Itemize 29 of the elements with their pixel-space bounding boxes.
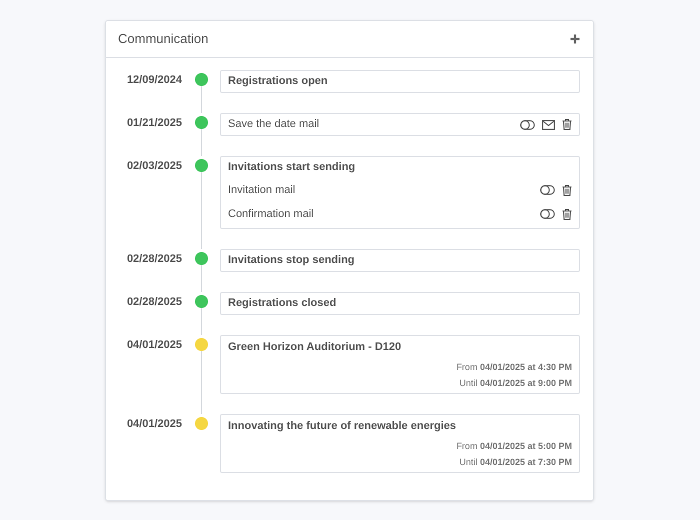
- session-title: Green Horizon Auditorium - D120: [228, 340, 402, 355]
- start-time: From 04/01/2025 at 4:30 PM: [456, 361, 572, 374]
- envelope-icon[interactable]: [542, 120, 555, 130]
- toggle-icon[interactable]: [540, 185, 555, 195]
- mail-title: Invitation mail: [228, 182, 296, 198]
- trash-icon[interactable]: [562, 119, 572, 130]
- trash-icon[interactable]: [562, 208, 572, 220]
- end-time: Until 04/01/2025 at 9:00 PM: [459, 377, 572, 390]
- mail-title: Confirmation mail: [228, 206, 314, 222]
- date-label: 04/01/2025: [126, 338, 182, 353]
- session-title: Innovating the future of renewable energies: [228, 419, 457, 434]
- end-time: Until 04/01/2025 at 7:30 PM: [459, 456, 572, 469]
- event-title: Invitations stop sending: [228, 253, 356, 268]
- event-title: Registrations closed: [228, 296, 338, 311]
- date-label: 02/28/2025: [126, 252, 182, 267]
- panel-title: Communication: [118, 30, 208, 48]
- event-title: Invitations start sending: [228, 160, 356, 175]
- date-label: 04/01/2025: [126, 417, 182, 432]
- event-title: Registrations open: [228, 74, 329, 89]
- trash-icon[interactable]: [562, 184, 572, 196]
- date-label: 01/21/2025: [126, 116, 182, 131]
- date-label: 12/09/2024: [126, 73, 182, 88]
- date-label: 02/28/2025: [126, 295, 182, 310]
- add-icon[interactable]: [570, 34, 580, 44]
- toggle-icon[interactable]: [540, 209, 555, 219]
- mail-title: Save the date mail: [228, 117, 320, 132]
- toggle-icon[interactable]: [520, 120, 535, 130]
- date-label: 02/03/2025: [126, 159, 182, 174]
- start-time: From 04/01/2025 at 5:00 PM: [456, 440, 572, 453]
